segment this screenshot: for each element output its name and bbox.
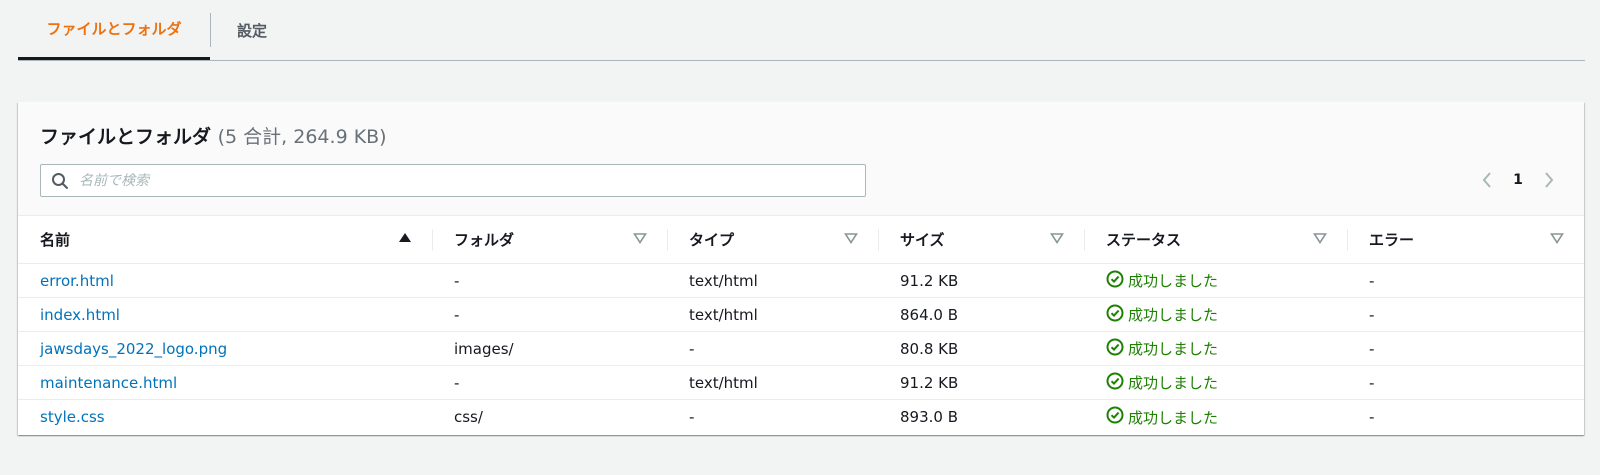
check-circle-icon — [1106, 338, 1124, 360]
panel-title-text: ファイルとフォルダ — [40, 126, 212, 148]
check-circle-icon — [1106, 372, 1124, 394]
cell-size: 893.0 B — [900, 408, 959, 426]
column-label: エラー — [1369, 231, 1415, 249]
cell-status: 成功しました — [1084, 366, 1347, 399]
column-header-name[interactable]: 名前 — [18, 216, 432, 263]
cell-type: text/html — [689, 373, 758, 392]
chevron-left-icon[interactable] — [1474, 168, 1500, 192]
column-header-size[interactable]: サイズ — [878, 216, 1084, 263]
sort-descending-outline-icon[interactable] — [844, 231, 858, 245]
files-panel: ファイルとフォルダ (5 合計, 264.9 KB) 1 名前 — [18, 102, 1584, 435]
cell-error: - — [1369, 271, 1375, 290]
table-row: error.html - text/html 91.2 KB 成功しました - — [18, 264, 1584, 298]
status-indicator: 成功しました — [1106, 372, 1218, 394]
status-indicator: 成功しました — [1106, 338, 1218, 360]
panel-title: ファイルとフォルダ (5 合計, 264.9 KB) — [40, 122, 387, 149]
cell-error: - — [1369, 339, 1375, 358]
check-circle-icon — [1106, 270, 1124, 292]
cell-status: 成功しました — [1084, 332, 1347, 365]
cell-status: 成功しました — [1084, 298, 1347, 331]
status-text: 成功しました — [1128, 340, 1219, 358]
column-header-folder[interactable]: フォルダ — [432, 216, 667, 263]
file-link[interactable]: error.html — [40, 272, 114, 290]
cell-name: maintenance.html — [18, 366, 432, 399]
search-input[interactable] — [79, 166, 839, 195]
column-label: 名前 — [40, 231, 71, 249]
cell-size: 80.8 KB — [900, 339, 959, 358]
cell-folder: - — [454, 305, 460, 324]
column-label: サイズ — [900, 231, 945, 249]
panel-header: ファイルとフォルダ (5 合計, 264.9 KB) 1 — [18, 102, 1584, 216]
status-text: 成功しました — [1128, 306, 1219, 324]
file-link[interactable]: maintenance.html — [40, 374, 177, 392]
file-link[interactable]: index.html — [40, 306, 120, 324]
column-divider — [1084, 229, 1085, 251]
cell-name: error.html — [18, 264, 432, 297]
status-indicator: 成功しました — [1106, 304, 1218, 326]
column-divider — [1347, 229, 1348, 251]
column-label: フォルダ — [454, 231, 515, 249]
cell-folder: - — [454, 271, 460, 290]
cell-type: - — [689, 339, 695, 358]
cell-folder: images/ — [454, 339, 514, 358]
table-row: index.html - text/html 864.0 B 成功しました - — [18, 298, 1584, 332]
cell-size: 91.2 KB — [900, 271, 959, 290]
column-header-error[interactable]: エラー — [1347, 216, 1584, 263]
column-divider — [432, 229, 433, 251]
column-header-type[interactable]: タイプ — [667, 216, 878, 263]
status-text: 成功しました — [1128, 408, 1219, 427]
cell-size: 864.0 B — [900, 305, 959, 324]
panel-counter: (5 合計, 264.9 KB) — [217, 126, 387, 148]
sort-descending-outline-icon[interactable] — [1313, 231, 1327, 245]
search-icon — [41, 165, 79, 196]
file-link[interactable]: style.css — [40, 408, 105, 426]
pagination: 1 — [1474, 168, 1562, 192]
cell-name: jawsdays_2022_logo.png — [18, 332, 432, 365]
status-text: 成功しました — [1128, 272, 1219, 290]
table-row: style.css css/ - 893.0 B 成功しました - — [18, 400, 1584, 434]
table-row: maintenance.html - text/html 91.2 KB 成功し… — [18, 366, 1584, 400]
status-indicator: 成功しました — [1106, 406, 1218, 428]
table-row: jawsdays_2022_logo.png images/ - 80.8 KB… — [18, 332, 1584, 366]
cell-folder: - — [454, 373, 460, 392]
chevron-right-icon[interactable] — [1536, 168, 1562, 192]
cell-size: 91.2 KB — [900, 373, 959, 392]
cell-status: 成功しました — [1084, 264, 1347, 297]
sort-descending-outline-icon[interactable] — [1550, 231, 1564, 245]
tab-bar: ファイルとフォルダ 設定 — [18, 0, 1585, 61]
cell-error: - — [1369, 373, 1375, 392]
cell-type: text/html — [689, 305, 758, 324]
status-text: 成功しました — [1128, 374, 1219, 392]
column-divider — [878, 229, 879, 251]
cell-error: - — [1369, 408, 1375, 426]
cell-status: 成功しました — [1084, 400, 1347, 434]
search-box — [40, 164, 866, 197]
sort-ascending-icon[interactable] — [398, 231, 412, 245]
cell-name: style.css — [18, 400, 432, 434]
page-number[interactable]: 1 — [1506, 172, 1530, 188]
table-header: 名前 フォルダ タイプ サイズ ステータス エラー — [18, 216, 1584, 264]
check-circle-icon — [1106, 304, 1124, 326]
column-label: タイプ — [689, 231, 735, 249]
file-link[interactable]: jawsdays_2022_logo.png — [40, 340, 227, 358]
cell-error: - — [1369, 305, 1375, 324]
sort-descending-outline-icon[interactable] — [1050, 231, 1064, 245]
column-divider — [667, 229, 668, 251]
tab-settings[interactable]: 設定 — [211, 0, 293, 60]
cell-type: text/html — [689, 271, 758, 290]
check-circle-icon — [1106, 406, 1124, 428]
cell-folder: css/ — [454, 408, 483, 426]
sort-descending-outline-icon[interactable] — [633, 231, 647, 245]
column-label: ステータス — [1106, 231, 1182, 249]
tab-files-and-folders[interactable]: ファイルとフォルダ — [18, 0, 210, 60]
table-body: error.html - text/html 91.2 KB 成功しました - … — [18, 264, 1584, 434]
cell-name: index.html — [18, 298, 432, 331]
column-header-status[interactable]: ステータス — [1084, 216, 1347, 263]
cell-type: - — [689, 408, 695, 426]
status-indicator: 成功しました — [1106, 270, 1218, 292]
